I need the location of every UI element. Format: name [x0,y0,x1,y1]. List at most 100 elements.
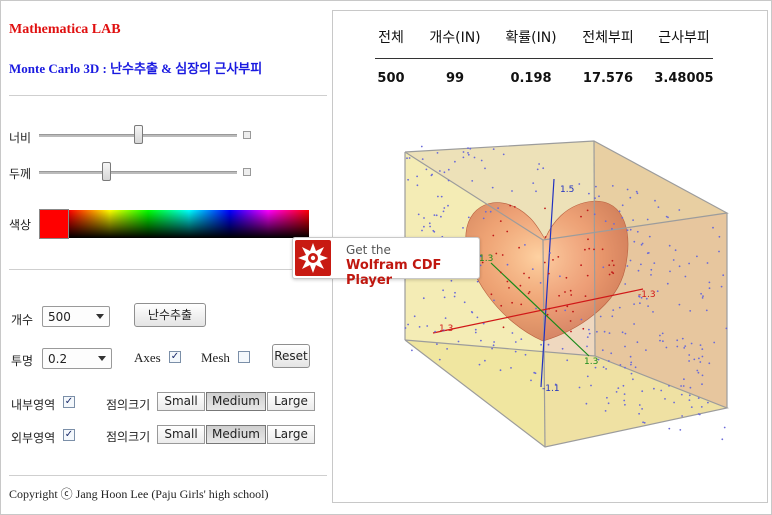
outside-point [678,265,681,268]
inside-point [555,310,558,312]
reset-button[interactable]: Reset [272,344,310,368]
mesh-label: Mesh [201,350,230,365]
outside-point [493,341,495,343]
outside-point [699,361,702,363]
inside-point [587,238,589,241]
inside-point [520,303,523,306]
inside-point-size-medium-button[interactable]: Medium [206,392,266,411]
outside-point [433,230,436,233]
outside-point [493,299,495,302]
cdf-player-badge[interactable]: Get the Wolfram CDF Player [292,237,480,288]
inside-point-size-small-button[interactable]: Small [157,392,205,411]
outside-point [629,196,632,199]
outside-point [421,158,424,161]
inside-point-size-large-button[interactable]: Large [267,392,315,411]
outside-point [684,345,687,347]
outside-point-size-large-button[interactable]: Large [267,425,315,444]
outside-point [602,366,605,368]
inside-point [513,206,516,208]
outside-point [478,363,481,366]
mesh-checkbox[interactable] [238,351,250,363]
outside-point [624,366,626,369]
inside-point [506,230,509,233]
axes-checkbox[interactable]: ✓ [169,351,181,363]
outside-point [665,215,668,218]
thickness-slider-track[interactable] [39,171,237,174]
inside-region-checkbox[interactable]: ✓ [63,396,75,408]
outside-point [408,157,411,159]
outside-point [696,255,698,258]
outside-point [406,157,408,160]
axes-label: Axes [134,350,161,365]
inside-point [582,327,585,330]
outside-point [593,213,596,216]
divider-top [9,95,327,96]
count-dropdown[interactable]: 500 [42,306,110,327]
outside-point [510,367,512,369]
outside-point [705,309,708,312]
outside-point-size-medium-button[interactable]: Medium [206,425,266,444]
inside-point [543,261,546,264]
outside-point [467,147,469,150]
thickness-slider-expand-icon[interactable] [243,168,251,176]
y-axis-right-label: 1.3 [584,357,598,367]
outside-point [638,404,641,406]
outside-point [641,408,643,410]
chevron-down-icon [96,314,104,319]
outside-point [502,153,505,156]
outside-point [578,183,581,185]
width-slider-expand-icon[interactable] [243,131,251,139]
inside-point-size-label: 점의크기 [106,398,151,412]
outside-point [480,339,482,342]
outside-region-checkbox[interactable]: ✓ [63,429,75,441]
outside-point [585,402,588,405]
inside-point [528,291,531,293]
width-slider-thumb[interactable] [134,125,143,144]
outside-point [564,309,567,312]
outside-point [588,192,590,195]
opacity-label: 투명 [11,354,34,368]
outside-point [689,310,692,312]
outside-point [442,289,444,292]
outside-point [439,170,441,172]
opacity-dropdown[interactable]: 0.2 [42,348,112,369]
outside-point [467,216,470,219]
inside-point [519,284,522,287]
outside-point-size-label: 점의크기 [106,430,151,444]
thickness-slider-thumb[interactable] [102,162,112,181]
inside-point [506,280,509,283]
outside-point [453,295,456,298]
inside-point [527,292,530,295]
outside-point [697,397,700,399]
outside-point [535,190,537,193]
outside-point [689,386,692,389]
outside-point [622,384,625,387]
outside-point [659,334,661,337]
outside-point [630,372,633,375]
color-label: 색상 [9,218,32,232]
outside-point [561,347,564,350]
outside-point [578,386,581,389]
inside-point [495,252,498,255]
cdf-player-name: Wolfram CDF Player [346,258,442,288]
inside-point [608,264,611,266]
color-spectrum-picker[interactable] [69,210,309,238]
inside-point [586,209,589,212]
outside-point-size-small-button[interactable]: Small [157,425,205,444]
outside-point [701,297,704,299]
outside-point [586,345,588,348]
outside-point [514,341,517,343]
outside-point [636,230,639,233]
divider-bottom [9,475,327,476]
color-swatch[interactable] [39,209,69,239]
sample-button[interactable]: 난수추출 [134,303,206,327]
outside-point [524,244,526,246]
outside-point [647,305,649,307]
outside-point [420,145,423,148]
outside-point [603,330,606,333]
inside-point [570,294,573,296]
width-label: 너비 [9,131,32,145]
opacity-dropdown-value: 0.2 [48,352,68,366]
outside-point [467,152,469,154]
outside-point [626,188,629,191]
